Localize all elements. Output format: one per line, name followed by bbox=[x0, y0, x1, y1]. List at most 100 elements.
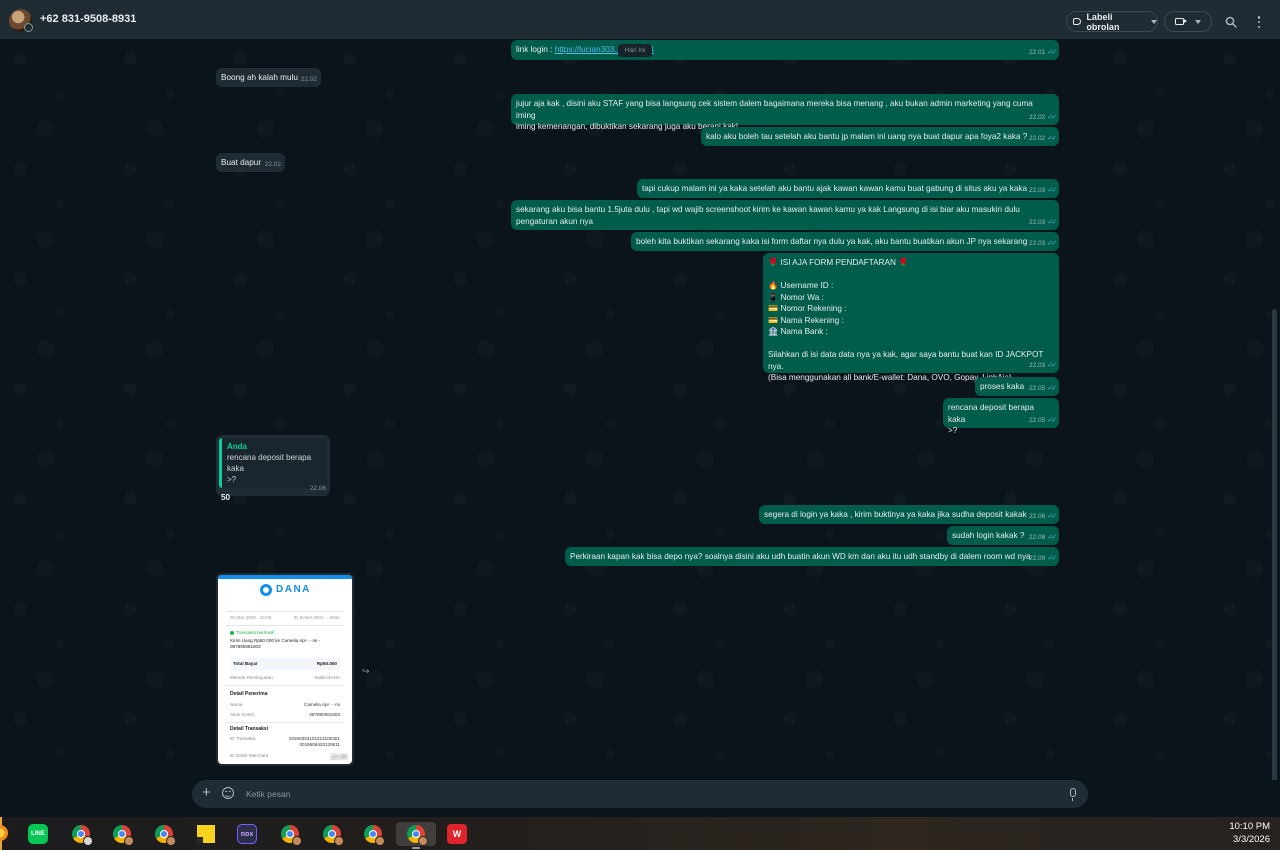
total-label: Total Bayar bbox=[233, 661, 258, 666]
message-meta: 22.06 ✓✓ bbox=[1028, 511, 1057, 523]
message-outgoing[interactable]: link login : https://lucian303...RGER04 … bbox=[511, 40, 1059, 60]
message-outgoing[interactable]: Perkiraan kapan kak bisa depo nya? soaln… bbox=[565, 547, 1059, 566]
receipt-image[interactable]: DANA 03 Mar 2026 · 22:08 ID DANA 0831···… bbox=[218, 575, 352, 764]
contact-name[interactable]: +62 831-9508-8931 bbox=[40, 13, 136, 25]
forward-icon[interactable]: ↪ bbox=[362, 666, 370, 677]
recipient-account-row: Akun DANA 087890681603 bbox=[230, 712, 340, 717]
read-receipt-icon: ✓✓ bbox=[1047, 361, 1057, 369]
chrome-icon[interactable] bbox=[320, 822, 344, 846]
dana-brand-text: DANA bbox=[276, 584, 311, 595]
dana-logo: DANA bbox=[260, 584, 311, 596]
read-receipt-icon: ✓✓ bbox=[1047, 48, 1057, 56]
chevron-down-icon bbox=[1195, 19, 1201, 24]
message-time: 22.02 bbox=[1028, 134, 1046, 142]
receipt-id: ID DANA 0831····8931 bbox=[293, 615, 340, 620]
message-meta: 22.02 ✓✓ bbox=[1028, 133, 1057, 145]
message-meta: 22.08 ✓✓ bbox=[1028, 532, 1057, 544]
nox-player-icon[interactable]: nox bbox=[235, 822, 259, 846]
message-outgoing[interactable]: kalo aku boleh tau setelah aku bantu jp … bbox=[701, 127, 1059, 146]
sticky-notes-icon[interactable] bbox=[194, 822, 218, 846]
chrome-icon-active[interactable] bbox=[396, 822, 436, 849]
read-receipt-icon: ✓✓ bbox=[1047, 113, 1057, 121]
message-outgoing[interactable]: jujur aja kak , disini aku STAF yang bis… bbox=[511, 94, 1059, 131]
os-taskbar: LINE nox W 10:10 PM 3/3/2026 bbox=[0, 817, 1280, 850]
clock-time: 10:10 PM bbox=[1229, 821, 1270, 832]
message-outgoing[interactable]: sekarang aku bisa bantu 1.5juta dulu , t… bbox=[511, 200, 1059, 230]
status-ring-icon bbox=[24, 23, 33, 32]
scrollbar[interactable] bbox=[1272, 309, 1277, 780]
message-time: 22.03 bbox=[1028, 186, 1046, 194]
attach-plus-icon[interactable]: + bbox=[202, 785, 211, 801]
chrome-icon[interactable] bbox=[152, 822, 176, 846]
message-incoming[interactable]: Buat dapur 22.02 bbox=[216, 153, 285, 172]
wps-office-icon[interactable]: W bbox=[445, 822, 469, 846]
message-text: sekarang aku bisa bantu 1.5juta dulu , t… bbox=[516, 205, 1020, 226]
message-time: 22.02 bbox=[300, 75, 317, 83]
receipt-date-row: 03 Mar 2026 · 22:08 ID DANA 0831····8931 bbox=[230, 615, 340, 621]
whatsapp-web-window: +62 831-9508-8931 Labeli obrolan link lo… bbox=[0, 0, 1280, 850]
message-input[interactable] bbox=[244, 784, 1046, 804]
message-time: 22.09 bbox=[1028, 554, 1046, 562]
receipt-account: 087890681603 bbox=[230, 644, 261, 649]
recipient-name-row: Nama Camelia Apr····mi bbox=[230, 702, 340, 707]
message-text: link login : bbox=[516, 45, 555, 54]
message-time: 22.03 bbox=[1028, 218, 1046, 226]
video-call-icon bbox=[1175, 18, 1187, 25]
message-outgoing[interactable]: 🌹 ISI AJA FORM PENDAFTARAN 🌹 🔥 Username … bbox=[763, 253, 1059, 382]
message-outgoing[interactable]: proses kaka 22.05 ✓✓ bbox=[975, 377, 1059, 396]
line-app-icon[interactable]: LINE bbox=[26, 822, 50, 846]
message-text: 50 bbox=[221, 493, 231, 502]
divider bbox=[226, 625, 344, 626]
message-text: boleh kita buktikan sekarang kaka isi fo… bbox=[636, 237, 1028, 246]
message-incoming[interactable]: Boong ah kalah mulu 22.02 bbox=[216, 68, 321, 87]
read-receipt-icon: ✓✓ bbox=[1047, 416, 1057, 424]
message-text: kalo aku boleh tau setelah aku bantu jp … bbox=[706, 132, 1028, 141]
message-incoming-reply[interactable]: Anda rencana deposit berapa kaka >? 50 2… bbox=[216, 435, 330, 502]
message-meta: 22.05 ✓✓ bbox=[1028, 415, 1057, 427]
menu-dots-icon[interactable] bbox=[1255, 16, 1263, 28]
message-time: 22.03 bbox=[1028, 239, 1046, 247]
nox-icon: nox bbox=[237, 824, 257, 844]
video-call-button[interactable] bbox=[1164, 11, 1212, 32]
read-receipt-icon: ✓✓ bbox=[1047, 554, 1057, 562]
message-time: 22.06 bbox=[1028, 512, 1046, 520]
message-outgoing[interactable]: tapi cukup malam ini ya kaka setelah aku… bbox=[637, 179, 1059, 198]
read-receipt-icon: ✓✓ bbox=[1047, 384, 1057, 392]
tag-icon bbox=[1073, 18, 1082, 25]
message-outgoing[interactable]: segera di login ya kaka , kirim buktinya… bbox=[759, 505, 1059, 524]
message-time: 22.05 bbox=[1028, 416, 1046, 424]
message-list[interactable]: link login : https://lucian303...RGER04 … bbox=[0, 39, 1280, 780]
chrome-icon[interactable] bbox=[69, 822, 93, 846]
chrome-icon[interactable] bbox=[278, 822, 302, 846]
pinned-app-icon[interactable] bbox=[0, 825, 8, 841]
receipt-date: 03 Mar 2026 · 22:08 bbox=[230, 615, 272, 620]
read-receipt-icon: ✓✓ bbox=[1047, 134, 1057, 142]
search-icon[interactable] bbox=[1225, 16, 1237, 28]
dana-logo-icon bbox=[260, 584, 272, 596]
message-text: Boong ah kalah mulu bbox=[221, 73, 298, 82]
quoted-message[interactable]: Anda rencana deposit berapa kaka >? bbox=[219, 438, 327, 488]
message-text: tapi cukup malam ini ya kaka setelah aku… bbox=[642, 184, 1028, 193]
message-text: segera di login ya kaka , kirim buktinya… bbox=[764, 510, 1027, 519]
emoji-icon[interactable] bbox=[222, 787, 234, 799]
system-clock[interactable]: 10:10 PM 3/3/2026 bbox=[1229, 820, 1270, 846]
message-meta: 22.02 bbox=[301, 74, 317, 86]
message-meta: 22.03 ✓✓ bbox=[1028, 217, 1057, 229]
wps-icon: W bbox=[447, 824, 467, 844]
transaction-heading: Detail Transaksi bbox=[230, 726, 269, 732]
read-receipt-icon: ✓✓ bbox=[1047, 239, 1057, 247]
message-outgoing[interactable]: sudah login kakak ? 22.08 ✓✓ bbox=[947, 526, 1059, 545]
message-meta: 22.02 bbox=[265, 159, 281, 171]
message-time: 22.08 bbox=[1028, 533, 1046, 541]
message-text: 🌹 ISI AJA FORM PENDAFTARAN 🌹 🔥 Username … bbox=[768, 258, 1044, 382]
chrome-icon[interactable] bbox=[110, 822, 134, 846]
message-outgoing[interactable]: rencana deposit berapa kaka >? 22.05 ✓✓ bbox=[943, 398, 1059, 435]
message-outgoing[interactable]: boleh kita buktikan sekarang kaka isi fo… bbox=[631, 232, 1059, 251]
divider bbox=[226, 722, 344, 723]
merchant-order-label: ID Order Merchant bbox=[230, 753, 269, 758]
message-time: 22.05 bbox=[1028, 384, 1046, 392]
chrome-icon[interactable] bbox=[361, 822, 385, 846]
label-chat-button[interactable]: Labeli obrolan bbox=[1066, 11, 1158, 32]
microphone-icon[interactable] bbox=[1070, 788, 1076, 801]
image-message[interactable]: DANA 03 Mar 2026 · 22:08 ID DANA 0831···… bbox=[216, 573, 354, 766]
